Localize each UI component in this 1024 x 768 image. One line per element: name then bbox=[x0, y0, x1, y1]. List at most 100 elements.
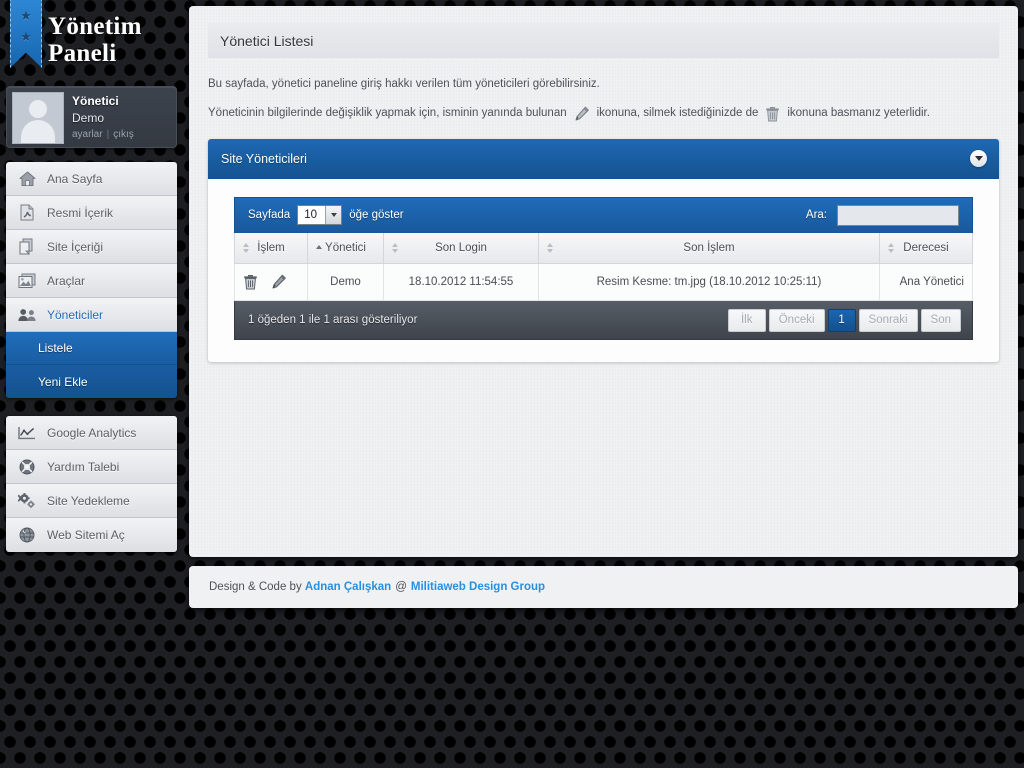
datatable-footer: 1 öğeden 1 ile 1 arası gösteriliyor İlk … bbox=[234, 301, 973, 340]
sidebar-subitem-label: Yeni Ekle bbox=[38, 374, 88, 389]
pagination-next[interactable]: Sonraki bbox=[858, 308, 918, 332]
pagination-page-1[interactable]: 1 bbox=[827, 308, 856, 332]
table-row: Demo 18.10.2012 11:54:55 Resim Kesme: tm… bbox=[234, 263, 973, 301]
sidebar-item-web-sitemi-ac[interactable]: Web Sitemi Aç bbox=[6, 518, 177, 552]
edit-row-button[interactable] bbox=[271, 274, 287, 290]
sort-indicator-icon bbox=[392, 242, 398, 253]
pagination: İlk Önceki 1 Sonraki Son bbox=[725, 308, 961, 332]
description-line-2: Yöneticinin bilgilerinde değişiklik yapm… bbox=[208, 105, 999, 122]
sidebar-item-google-analytics[interactable]: Google Analytics bbox=[6, 416, 177, 450]
brand-logo[interactable]: ★ ★ Yönetim Paneli bbox=[0, 0, 183, 84]
column-header-derecesi[interactable]: Derecesi bbox=[879, 232, 973, 264]
sort-indicator-icon bbox=[888, 242, 894, 253]
lifebuoy-icon bbox=[17, 458, 37, 476]
sidebar-item-yardim-talebi[interactable]: Yardım Talebi bbox=[6, 450, 177, 484]
sidebar-item-resmi-icerik[interactable]: Resmi İçerik bbox=[6, 196, 177, 230]
footer-company-link[interactable]: Militiaweb Design Group bbox=[411, 581, 545, 593]
media-icon bbox=[17, 272, 37, 290]
page-title: Yönetici Listesi bbox=[220, 32, 314, 49]
settings-link[interactable]: ayarlar bbox=[72, 129, 103, 140]
description-line-1: Bu sayfada, yönetici paneline giriş hakk… bbox=[208, 78, 600, 90]
sidebar: ★ ★ Yönetim Paneli Yönetici Demo ayarlar… bbox=[0, 0, 183, 768]
sidebar-item-label: Google Analytics bbox=[47, 425, 137, 440]
star-icon-top: ★ bbox=[20, 8, 32, 23]
search-input[interactable] bbox=[837, 204, 959, 226]
search-control: Ara: bbox=[805, 204, 959, 226]
pencil-icon bbox=[574, 106, 590, 122]
chevron-down-icon[interactable] bbox=[970, 150, 987, 167]
profile-links: ayarlar | çıkış bbox=[72, 129, 134, 140]
column-header-yonetici[interactable]: Yönetici bbox=[307, 232, 384, 264]
footer-prefix: Design & Code by bbox=[209, 581, 302, 593]
column-header-son-login[interactable]: Son Login bbox=[383, 232, 539, 264]
logout-link[interactable]: çıkış bbox=[113, 129, 134, 140]
trash-icon bbox=[765, 106, 780, 122]
profile-role: Yönetici bbox=[72, 94, 119, 108]
description-part-b: ikonuna, silmek istediğinizde de bbox=[596, 107, 759, 120]
profile-info: Yönetici Demo ayarlar | çıkış bbox=[64, 92, 134, 142]
admins-table: İşlem Yönetici Son Login Son İşlem Derec… bbox=[234, 232, 973, 301]
brand-title: Yönetim Paneli bbox=[48, 13, 183, 67]
cell-actions bbox=[234, 263, 308, 301]
profile-card: Yönetici Demo ayarlar | çıkış bbox=[6, 86, 177, 148]
chart-icon bbox=[17, 424, 37, 442]
column-label: Yönetici bbox=[325, 241, 366, 254]
datatable-info: 1 öğeden 1 ile 1 arası gösteriliyor bbox=[248, 314, 418, 326]
description-part-c: ikonuna basmanız yeterlidir. bbox=[787, 107, 930, 120]
pagination-previous[interactable]: Önceki bbox=[768, 308, 825, 332]
sort-indicator-icon bbox=[547, 242, 553, 253]
sidebar-item-label: Ana Sayfa bbox=[47, 171, 103, 186]
table-header-row: İşlem Yönetici Son Login Son İşlem Derec… bbox=[234, 232, 973, 264]
gears-icon bbox=[17, 492, 37, 510]
datatable-toolbar: Sayfada 10 öğe göster Ara: bbox=[234, 196, 973, 233]
sidebar-item-site-icerigi[interactable]: Site İçeriği bbox=[6, 230, 177, 264]
panel-body: Sayfada 10 öğe göster Ara: İşlem Yönetic… bbox=[208, 179, 999, 363]
column-header-son-islem[interactable]: Son İşlem bbox=[538, 232, 880, 264]
sidebar-subitem-listele[interactable]: Listele bbox=[6, 332, 177, 365]
page-length-prefix-label: Sayfada bbox=[248, 209, 291, 221]
sort-asc-icon bbox=[316, 244, 322, 251]
page-length-control: Sayfada 10 öğe göster bbox=[248, 205, 404, 225]
page-length-select[interactable]: 10 bbox=[297, 205, 343, 225]
star-icon-bottom: ★ bbox=[20, 29, 32, 44]
sidebar-item-label: Site İçeriği bbox=[47, 239, 104, 254]
pagination-last[interactable]: Son bbox=[920, 308, 961, 332]
primary-menu: Ana Sayfa Resmi İçerik Site İçeriği Araç… bbox=[6, 162, 177, 398]
sort-indicator-icon bbox=[243, 242, 249, 253]
brand-title-line1: Yönetim bbox=[48, 13, 142, 40]
sidebar-item-araclar[interactable]: Araçlar bbox=[6, 264, 177, 298]
column-header-islem[interactable]: İşlem bbox=[234, 232, 308, 264]
pdf-icon bbox=[17, 204, 37, 222]
column-label: İşlem bbox=[257, 241, 285, 254]
sidebar-subitem-yeni-ekle[interactable]: Yeni Ekle bbox=[6, 365, 177, 398]
column-label: Derecesi bbox=[903, 241, 949, 254]
footer-at: @ bbox=[395, 581, 407, 593]
panel-title: Site Yöneticileri bbox=[221, 151, 307, 166]
page-footer: Design & Code by Adnan Çalışkan @ Militiaw… bbox=[189, 566, 1018, 608]
pagination-first[interactable]: İlk bbox=[727, 308, 766, 332]
page-length-value: 10 bbox=[304, 209, 317, 221]
page-description: Bu sayfada, yönetici paneline giriş hakk… bbox=[208, 76, 999, 123]
sidebar-subitem-label: Listele bbox=[38, 341, 73, 355]
sidebar-item-label: Araçlar bbox=[47, 273, 86, 288]
sidebar-item-label: Web Sitemi Aç bbox=[47, 528, 125, 542]
profile-name: Demo bbox=[72, 111, 105, 125]
main-content: Yönetici Listesi Bu sayfada, yönetici pa… bbox=[189, 6, 1018, 557]
column-label: Son İşlem bbox=[683, 241, 735, 254]
avatar bbox=[12, 92, 64, 144]
cell-yonetici: Demo bbox=[307, 263, 384, 301]
sidebar-item-label: Resmi İçerik bbox=[47, 205, 114, 220]
users-icon bbox=[17, 306, 37, 324]
secondary-menu: Google Analytics Yardım Talebi Site Yede… bbox=[6, 416, 177, 552]
panel-header: Site Yöneticileri bbox=[208, 138, 999, 179]
cell-derecesi: Ana Yönetici bbox=[879, 263, 973, 301]
sidebar-item-ana-sayfa[interactable]: Ana Sayfa bbox=[6, 162, 177, 196]
footer-author-link[interactable]: Adnan Çalışkan bbox=[305, 581, 391, 593]
delete-row-button[interactable] bbox=[243, 274, 258, 290]
sidebar-item-site-yedekleme[interactable]: Site Yedekleme bbox=[6, 484, 177, 518]
sidebar-item-label: Yardım Talebi bbox=[47, 459, 120, 474]
sidebar-item-yoneticiler[interactable]: Yöneticiler bbox=[6, 298, 177, 332]
search-label: Ara: bbox=[805, 209, 827, 221]
table-body: Demo 18.10.2012 11:54:55 Resim Kesme: tm… bbox=[234, 263, 973, 301]
cell-son-login: 18.10.2012 11:54:55 bbox=[383, 263, 539, 301]
